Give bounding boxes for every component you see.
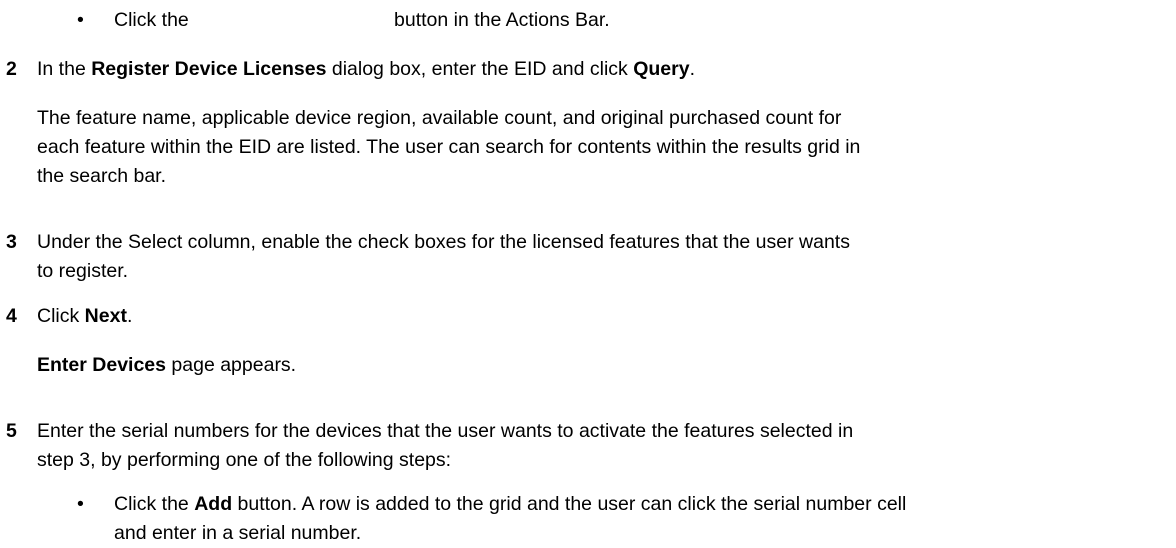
enter-devices-page-name: Enter Devices [37,354,166,376]
step-4-result-text: Enter Devices page appears. [37,351,296,380]
step-2-pre: In the [37,58,92,80]
step-number: 3 [6,231,17,253]
bullet-marker: • [77,493,84,515]
step-4-result-rest: page appears. [166,354,297,376]
intro-bullet-text-after: button in the Actions Bar. [394,9,610,31]
step-5-bullet-pre: Click the [114,493,195,515]
step-3-line-1: Under the Select column, enable the chec… [37,231,850,253]
step-4-end: . [126,305,133,327]
step-number: 5 [6,420,17,442]
step-2-desc-line-3: the search bar. [37,165,166,187]
dialog-name: Register Device Licenses [91,58,327,80]
step-5-bullet-rest: button. A row is added to the grid and t… [232,493,907,515]
step-3-line-2: to register. [37,260,129,282]
next-button-label: Next [84,305,127,327]
step-2-desc-line-1: The feature name, applicable device regi… [37,107,842,129]
step-number: 4 [6,305,17,327]
step-4-text: Click Next. [37,302,132,331]
step-2-text: In the Register Device Licenses dialog b… [37,55,695,84]
step-5-line-1: Enter the serial numbers for the devices… [37,420,854,442]
step-2-desc-line-2: each feature within the EID are listed. … [37,136,861,158]
step-5-bullet-line-1: Click the Add button. A row is added to … [114,490,906,519]
intro-bullet-text-before: Click the [114,9,189,31]
query-button-label: Query [633,58,690,80]
step-number: 2 [6,58,17,80]
add-button-label: Add [194,493,233,515]
step-5-bullet-line-2: and enter in a serial number. [114,522,362,544]
step-5-line-2: step 3, by performing one of the followi… [37,449,452,471]
step-2-end: . [689,58,695,80]
bullet-marker: • [77,9,84,31]
step-2-mid: dialog box, enter the EID and click [326,58,634,80]
step-4-pre: Click [37,305,85,327]
